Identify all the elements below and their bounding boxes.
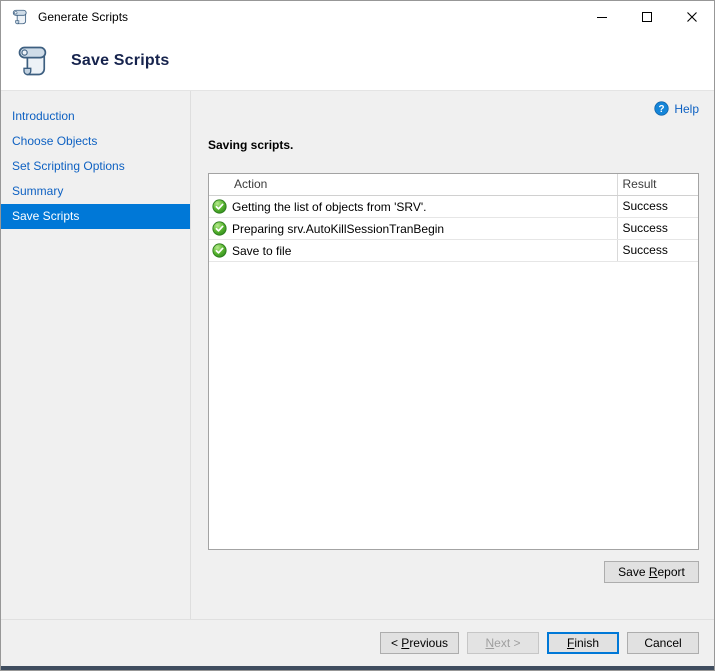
action-text: Save to file: [232, 244, 291, 258]
window-bottom-border: [1, 666, 714, 670]
status-text: Saving scripts.: [208, 138, 699, 152]
success-check-icon: [212, 221, 227, 236]
save-report-row: Save Report: [208, 561, 699, 583]
help-label: Help: [674, 102, 699, 116]
sidebar-item-choose-objects[interactable]: Choose Objects: [1, 129, 190, 154]
success-check-icon: [212, 199, 227, 214]
success-check-icon: [212, 243, 227, 258]
result-text: Success: [617, 195, 698, 217]
titlebar[interactable]: Generate Scripts: [1, 1, 714, 32]
column-header-action: Action: [209, 174, 617, 195]
svg-text:?: ?: [659, 104, 665, 115]
next-button: Next >: [467, 632, 539, 654]
content-panel: ? Help Saving scripts. Action Result: [191, 91, 714, 619]
close-icon: [687, 12, 697, 22]
cancel-button[interactable]: Cancel: [627, 632, 699, 654]
progress-report-panel: Action Result Getting the list of object…: [208, 173, 699, 550]
main-area: Introduction Choose Objects Set Scriptin…: [1, 91, 714, 619]
progress-table: Action Result Getting the list of object…: [209, 174, 698, 262]
previous-button[interactable]: < Previous: [380, 632, 459, 654]
column-header-result: Result: [617, 174, 698, 195]
minimize-button[interactable]: [579, 1, 624, 32]
script-scroll-icon: [11, 8, 29, 26]
action-text: Getting the list of objects from 'SRV'.: [232, 200, 426, 214]
help-row: ? Help: [208, 100, 699, 117]
table-row: Save to file Success: [209, 239, 698, 261]
wizard-header: Save Scripts: [1, 32, 714, 91]
finish-button[interactable]: Finish: [547, 632, 619, 654]
save-report-button[interactable]: Save Report: [604, 561, 699, 583]
minimize-icon: [597, 12, 607, 22]
sidebar-item-save-scripts[interactable]: Save Scripts: [1, 204, 190, 229]
window-title: Generate Scripts: [38, 10, 128, 24]
window-controls: [579, 1, 714, 32]
close-button[interactable]: [669, 1, 714, 32]
sidebar-item-set-scripting-options[interactable]: Set Scripting Options: [1, 154, 190, 179]
table-row: Preparing srv.AutoKillSessionTranBegin S…: [209, 217, 698, 239]
script-scroll-icon: [15, 43, 51, 79]
help-question-icon: ?: [654, 101, 669, 116]
result-text: Success: [617, 239, 698, 261]
generate-scripts-window: Generate Scripts Save Scripts Introducti…: [0, 0, 715, 671]
table-header-row: Action Result: [209, 174, 698, 195]
action-text: Preparing srv.AutoKillSessionTranBegin: [232, 222, 444, 236]
table-row: Getting the list of objects from 'SRV'. …: [209, 195, 698, 217]
sidebar-item-summary[interactable]: Summary: [1, 179, 190, 204]
wizard-steps-sidebar: Introduction Choose Objects Set Scriptin…: [1, 91, 191, 619]
maximize-button[interactable]: [624, 1, 669, 32]
result-text: Success: [617, 217, 698, 239]
maximize-icon: [642, 12, 652, 22]
help-link[interactable]: ? Help: [654, 101, 699, 116]
sidebar-item-introduction[interactable]: Introduction: [1, 104, 190, 129]
page-title: Save Scripts: [71, 52, 169, 70]
footer-button-bar: < Previous Next > Finish Cancel: [1, 619, 714, 666]
